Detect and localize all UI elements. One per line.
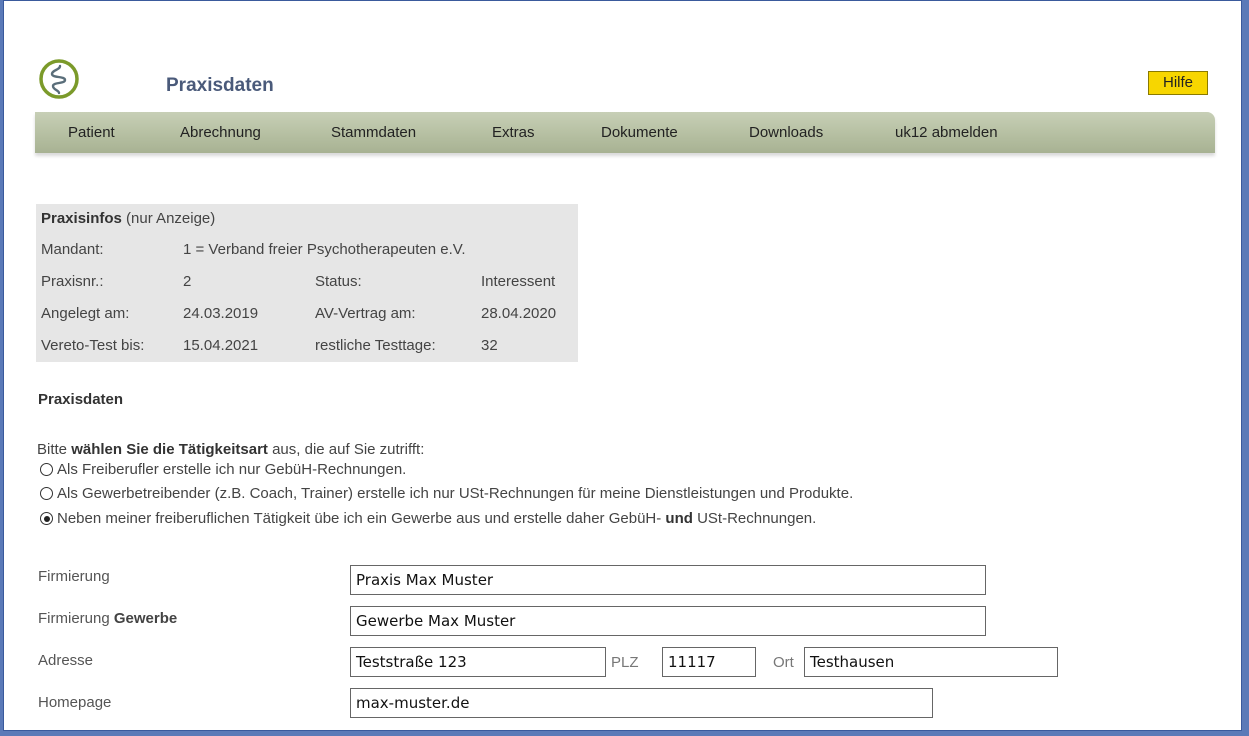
info-subtitle: (nur Anzeige) [126,210,216,227]
praxisnr-value: 2 [183,273,192,290]
praxisnr-label: Praxisnr.: [41,273,104,290]
status-value: Interessent [481,273,556,290]
nav-item-dokumente[interactable]: Dokumente [601,124,678,141]
gewerbe-label: Firmierung Gewerbe [38,610,177,627]
adresse-input[interactable]: Teststraße 123 [350,647,606,677]
info-title: Praxisinfos [41,210,122,227]
nav-item-downloads[interactable]: Downloads [749,124,823,141]
status-label: Status: [315,273,362,290]
gewerbe-input[interactable]: Gewerbe Max Muster [350,606,986,636]
testtage-value: 32 [481,337,498,354]
section-title: Praxisdaten [38,391,124,408]
nav-item-abrechnung[interactable]: Abrechnung [180,124,261,141]
homepage-label: Homepage [38,694,112,711]
main-nav: Patient Abrechnung Stammdaten Extras Dok… [35,112,1215,153]
ort-label: Ort [773,654,794,671]
gewerbe-label-bold: Gewerbe [113,610,178,627]
option-gewerbetreibender[interactable]: Als Gewerbetreibender (z.B. Coach, Train… [40,485,853,502]
test-value: 15.04.2021 [183,337,259,354]
adresse-label: Adresse [38,652,94,669]
radio-freiberufler[interactable] [40,463,53,476]
radio-beides[interactable] [40,512,53,525]
instruction-bold: wählen Sie die Tätigkeitsart [71,441,268,458]
av-label: AV-Vertrag am: [315,305,416,322]
nav-item-extras[interactable]: Extras [492,124,535,141]
testtage-label: restliche Testtage: [315,337,436,354]
option-beides-label: Neben meiner freiberuflichen Tätigkeit ü… [57,510,816,527]
praxis-info-box: Praxisinfos (nur Anzeige) Mandant: 1 = V… [36,204,578,362]
mandant-value: 1 = Verband freier Psychotherapeuten e.V… [183,241,466,258]
angelegt-label: Angelegt am: [41,305,130,322]
option-beides-bold: und [665,510,693,527]
page-title: Praxisdaten [166,75,274,96]
firmierung-label: Firmierung [38,568,110,585]
info-heading: Praxisinfos (nur Anzeige) [41,210,215,227]
plz-input[interactable]: 11117 [662,647,756,677]
option-freiberufler[interactable]: Als Freiberufler erstelle ich nur GebüH-… [40,461,406,478]
nav-item-stammdaten[interactable]: Stammdaten [331,124,416,141]
test-label: Vereto-Test bis: [41,337,145,354]
mandant-label: Mandant: [41,241,104,258]
gewerbe-label-pre: Firmierung [38,610,114,627]
option-beides[interactable]: Neben meiner freiberuflichen Tätigkeit ü… [40,510,816,527]
nav-item-logout[interactable]: uk12 abmelden [895,124,998,141]
activity-instruction: Bitte wählen Sie die Tätigkeitsart aus, … [37,441,424,458]
ort-input[interactable]: Testhausen [804,647,1058,677]
radio-gewerbetreibender[interactable] [40,487,53,500]
av-value: 28.04.2020 [481,305,557,322]
help-button[interactable]: Hilfe [1148,71,1208,95]
homepage-input[interactable]: max-muster.de [350,688,933,718]
option-beides-pre: Neben meiner freiberuflichen Tätigkeit ü… [57,510,666,527]
firmierung-input[interactable]: Praxis Max Muster [350,565,986,595]
instruction-post: aus, die auf Sie zutrifft: [267,441,425,458]
option-gewerbetreibender-label: Als Gewerbetreibender (z.B. Coach, Train… [57,485,854,502]
angelegt-value: 24.03.2019 [183,305,259,322]
option-beides-post: USt-Rechnungen. [692,510,817,527]
plz-label: PLZ [611,654,639,671]
nav-item-patient[interactable]: Patient [68,124,115,141]
main-window: Praxisdaten Hilfe Patient Abrechnung Sta… [3,0,1242,731]
instruction-pre: Bitte [37,441,72,458]
option-freiberufler-label: Als Freiberufler erstelle ich nur GebüH-… [57,461,407,478]
praxis-logo-icon [38,58,80,100]
